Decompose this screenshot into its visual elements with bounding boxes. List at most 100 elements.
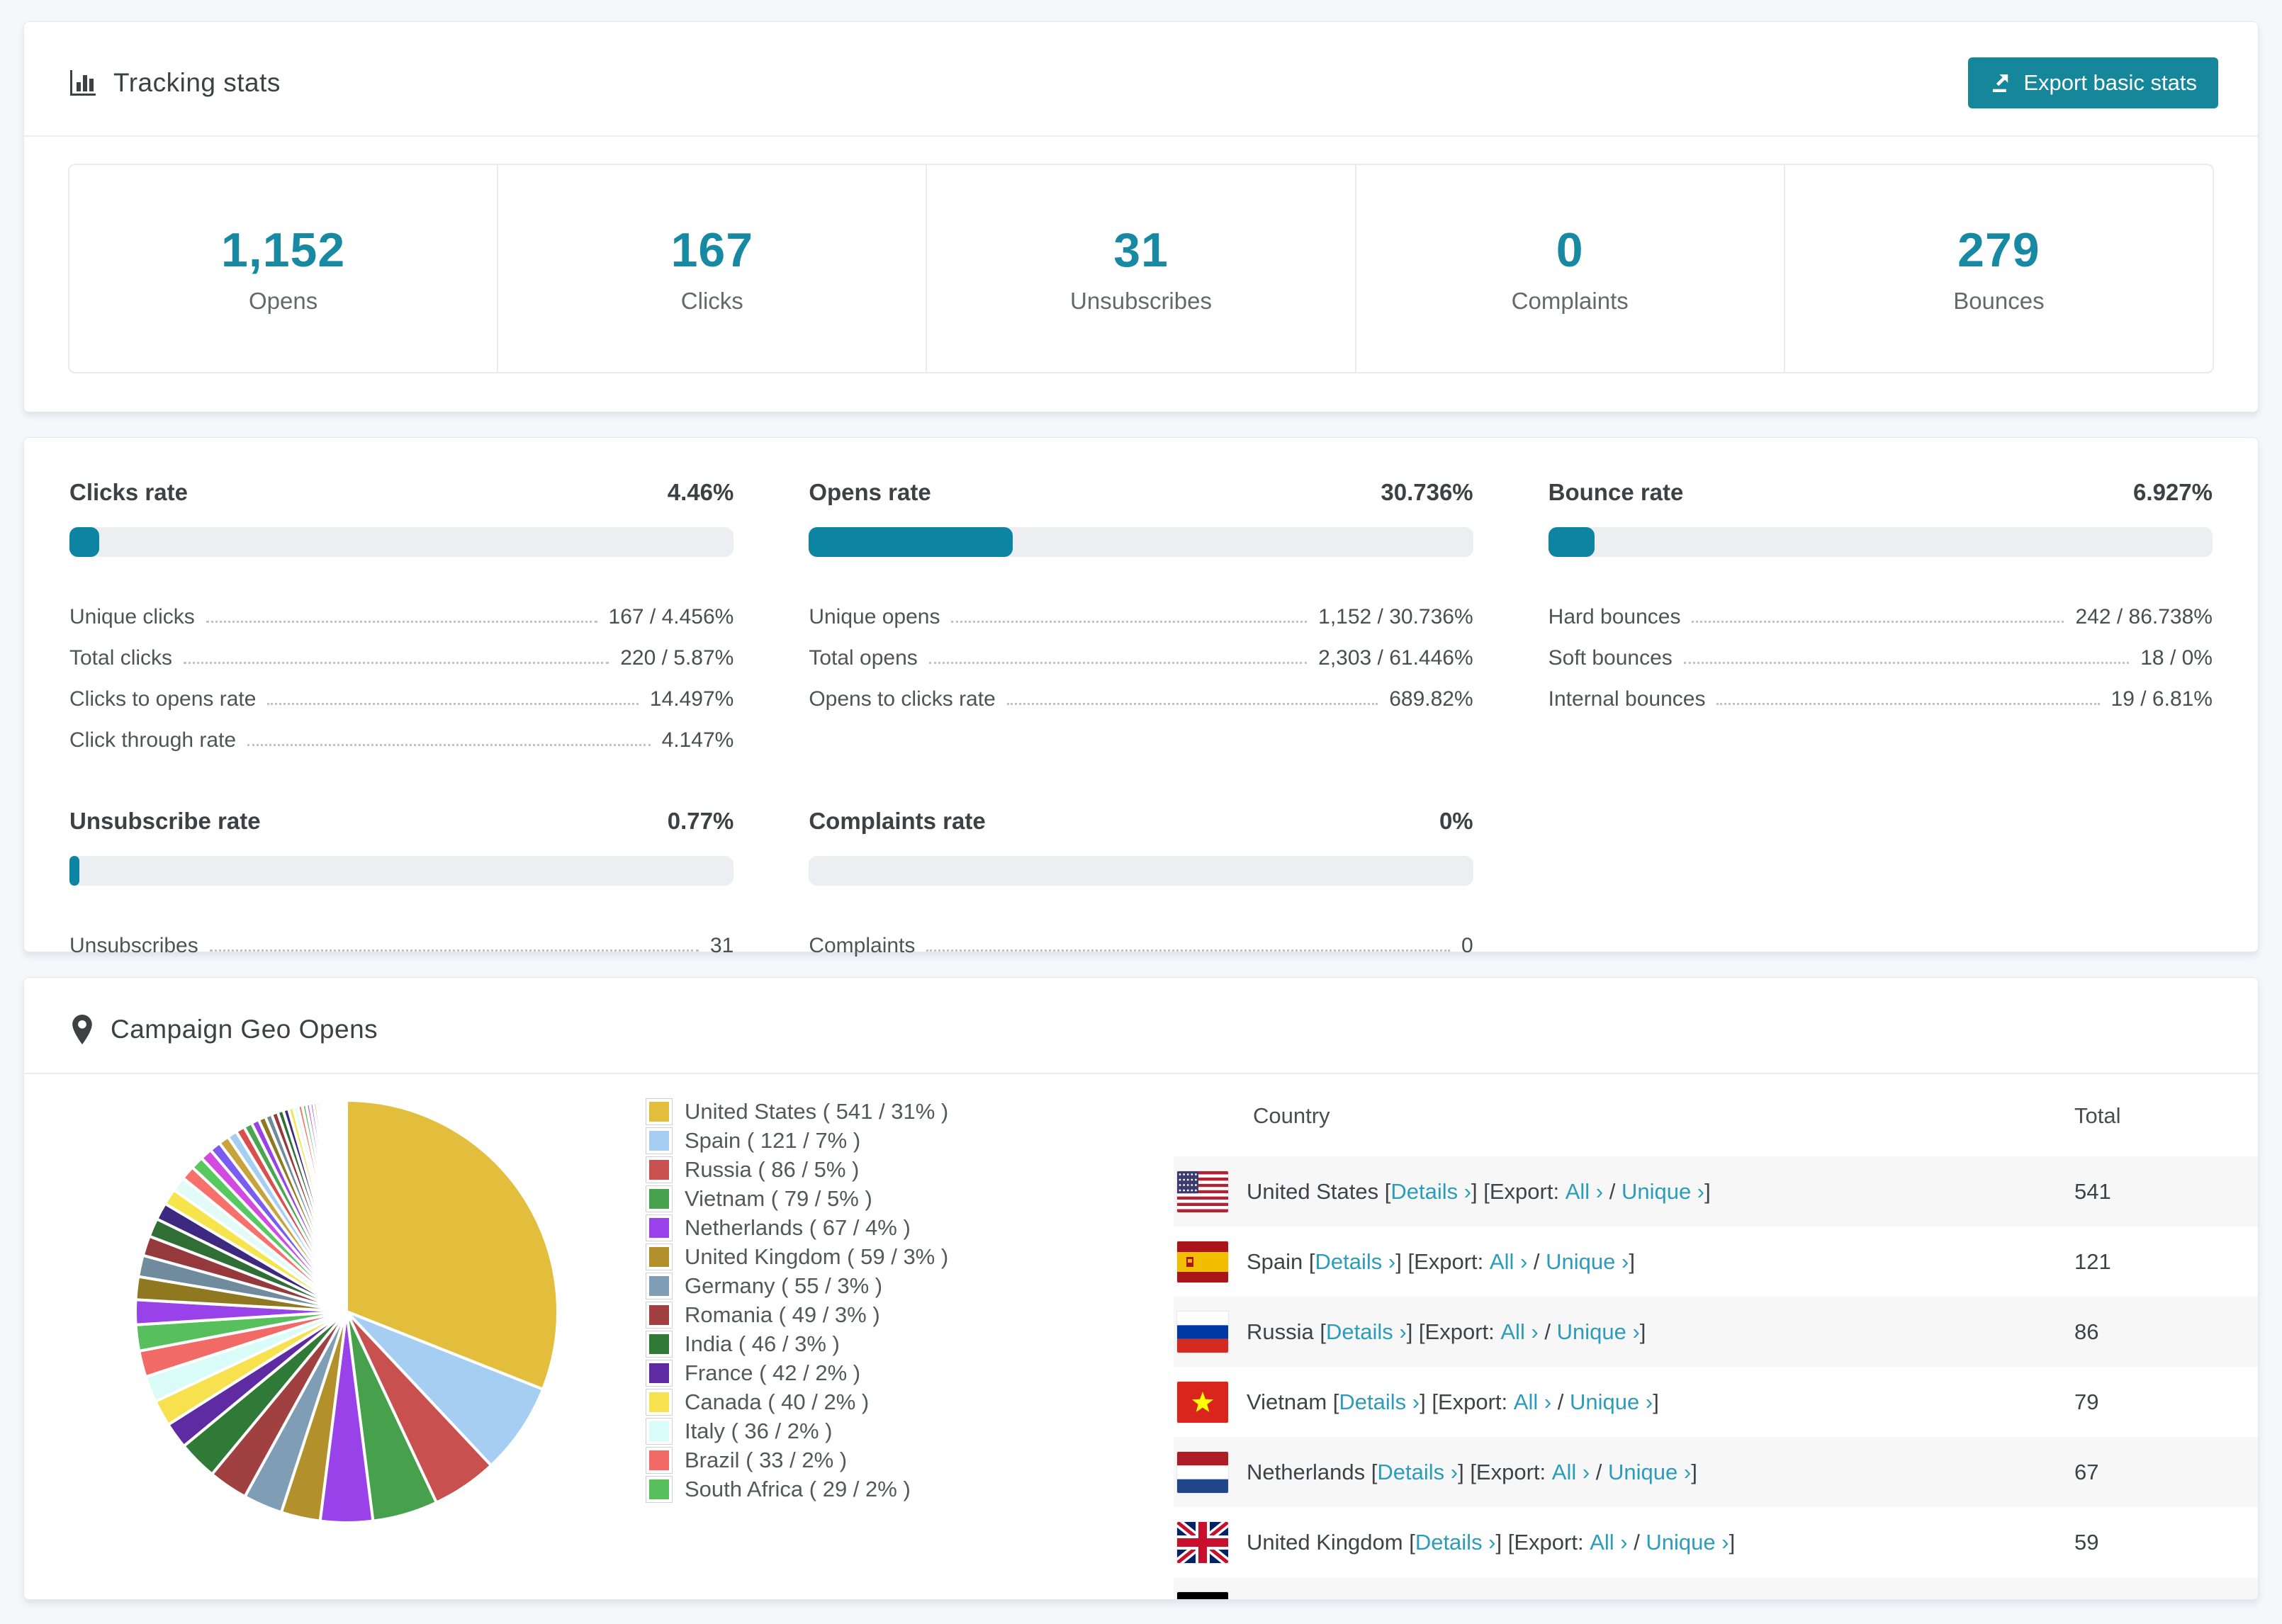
export-all-link-es[interactable]: All › <box>1490 1249 1527 1275</box>
bracket: [ <box>1327 1389 1339 1414</box>
legend-item-united-kingdom[interactable]: United Kingdom ( 59 / 3% ) <box>646 1242 1100 1271</box>
legend-item-vietnam[interactable]: Vietnam ( 79 / 5% ) <box>646 1184 1100 1213</box>
export-unique-link-nl[interactable]: Unique › <box>1608 1460 1691 1485</box>
stat-value-complaints: 0 <box>1556 223 1584 277</box>
rate-row-internal-bounces: Internal bounces 19 / 6.81% <box>1548 670 2213 711</box>
details-link-gb[interactable]: Details › <box>1415 1530 1496 1555</box>
legend-item-spain[interactable]: Spain ( 121 / 7% ) <box>646 1126 1100 1155</box>
rate-row-label: Unique clicks <box>69 605 195 628</box>
country-cell-td: Spain [Details ›] [Export: All › / Uniqu… <box>1174 1227 2074 1297</box>
legend-item-brazil[interactable]: Brazil ( 33 / 2% ) <box>646 1445 1100 1474</box>
geo-row-ru: Russia [Details ›] [Export: All › / Uniq… <box>1174 1297 2258 1367</box>
stat-boxes: 1,152 Opens 167 Clicks 31 Unsubscribes 0 Compla… <box>68 164 2214 373</box>
rate-row-value: 242 / 86.738% <box>2075 605 2213 628</box>
geo-row-nl: Netherlands [Details ›] [Export: All › /… <box>1174 1437 2258 1507</box>
legend-item-india[interactable]: India ( 46 / 3% ) <box>646 1329 1100 1358</box>
legend-label: United Kingdom ( 59 / 3% ) <box>685 1244 949 1269</box>
rate-row-value: 1,152 / 30.736% <box>1318 605 1473 628</box>
stat-value-clicks: 167 <box>670 223 754 277</box>
rate-progress-track <box>809 527 1473 557</box>
legend-item-united-states[interactable]: United States ( 541 / 31% ) <box>646 1097 1100 1126</box>
rate-head: Unsubscribe rate 0.77% <box>69 808 734 835</box>
rate-progress-fill <box>1548 527 1595 557</box>
geo-total-us: 541 <box>2074 1178 2111 1204</box>
details-link-us[interactable]: Details › <box>1390 1179 1471 1205</box>
export-all-link-vn[interactable]: All › <box>1514 1389 1551 1415</box>
legend-label: Italy ( 36 / 2% ) <box>685 1418 833 1443</box>
dotted-leader <box>267 703 639 705</box>
legend-item-netherlands[interactable]: Netherlands ( 67 / 4% ) <box>646 1213 1100 1242</box>
stat-value-opens: 1,152 <box>221 223 346 277</box>
stat-clicks: 167 Clicks <box>498 165 928 372</box>
rate-block-opens-rate: Opens rate 30.736% Unique opens 1,152 / 30.… <box>809 479 1473 752</box>
export-all-link-ru[interactable]: All › <box>1500 1319 1538 1345</box>
legend-item-canada[interactable]: Canada ( 40 / 2% ) <box>646 1387 1100 1416</box>
rate-row-label: Soft bounces <box>1548 646 1673 670</box>
slash: / <box>1561 1600 1580 1601</box>
details-link-nl[interactable]: Details › <box>1377 1460 1458 1485</box>
export-unique-link-gb[interactable]: Unique › <box>1646 1530 1729 1555</box>
legend-swatch <box>646 1302 672 1328</box>
rate-row-label: Total clicks <box>69 646 173 670</box>
export-all-link-nl[interactable]: All › <box>1552 1460 1590 1485</box>
flag-nl <box>1177 1451 1228 1493</box>
details-link-es[interactable]: Details › <box>1315 1249 1396 1275</box>
bracket: ] [Export: <box>1495 1529 1590 1555</box>
export-basic-stats-button[interactable]: Export basic stats <box>1968 57 2218 108</box>
bracket: ] [Export: <box>1429 1600 1524 1601</box>
rate-value: 30.736% <box>1381 479 1473 505</box>
pie-slice-other[interactable] <box>344 1098 348 1312</box>
rate-progress-fill <box>69 856 79 886</box>
rate-rows: Hard bounces 242 / 86.738% Soft bounces 18 … <box>1548 588 2213 711</box>
stat-value-bounces: 279 <box>1957 223 2040 277</box>
legend-item-romania[interactable]: Romania ( 49 / 3% ) <box>646 1300 1100 1329</box>
stat-complaints: 0 Complaints <box>1356 165 1785 372</box>
legend-swatch <box>646 1156 672 1183</box>
rate-rows: Unique clicks 167 / 4.456% Total clicks 220… <box>69 588 734 752</box>
dotted-leader <box>184 662 609 664</box>
rate-title: Opens rate <box>809 479 931 505</box>
legend-item-france[interactable]: France ( 42 / 2% ) <box>646 1358 1100 1387</box>
export-unique-link-es[interactable]: Unique › <box>1546 1249 1629 1275</box>
stat-unsubscribes: 31 Unsubscribes <box>927 165 1356 372</box>
rate-rows: Unique opens 1,152 / 30.736% Total opens 2,… <box>809 588 1473 711</box>
legend-swatch <box>646 1273 672 1299</box>
dotted-leader <box>206 621 597 623</box>
export-unique-link-de[interactable]: Unique › <box>1580 1600 1663 1601</box>
legend-item-germany[interactable]: Germany ( 55 / 3% ) <box>646 1271 1100 1300</box>
export-all-link-gb[interactable]: All › <box>1590 1530 1627 1555</box>
country-cell: Russia [Details ›] [Export: All › / Uniq… <box>1174 1311 2073 1353</box>
rate-progress-track <box>69 527 734 557</box>
details-link-de[interactable]: Details › <box>1349 1600 1430 1601</box>
legend-swatch <box>646 1244 672 1270</box>
export-all-link-us[interactable]: All › <box>1566 1179 1603 1205</box>
rate-row-value: 689.82% <box>1389 687 1473 711</box>
bracket: [ <box>1313 1319 1326 1344</box>
rate-head: Complaints rate 0% <box>809 808 1473 835</box>
legend-item-italy[interactable]: Italy ( 36 / 2% ) <box>646 1416 1100 1445</box>
rate-progress-track <box>809 856 1473 886</box>
export-unique-link-ru[interactable]: Unique › <box>1557 1319 1640 1345</box>
geo-card-title: Campaign Geo Opens <box>111 1015 378 1044</box>
legend-label: Canada ( 40 / 2% ) <box>685 1389 870 1414</box>
slash: / <box>1551 1389 1570 1414</box>
export-all-link-de[interactable]: All › <box>1524 1600 1561 1601</box>
details-link-vn[interactable]: Details › <box>1339 1389 1420 1415</box>
rate-value: 6.927% <box>2133 479 2213 505</box>
export-unique-link-us[interactable]: Unique › <box>1621 1179 1704 1205</box>
country-cell: United States [Details ›] [Export: All ›… <box>1174 1171 2073 1212</box>
country-name: United States <box>1247 1178 1379 1204</box>
rate-rows: Unsubscribes 31 <box>69 917 734 958</box>
legend-item-russia[interactable]: Russia ( 86 / 5% ) <box>646 1155 1100 1184</box>
flag-ru <box>1177 1311 1228 1353</box>
legend-label: India ( 46 / 3% ) <box>685 1331 840 1356</box>
bracket: ] <box>1691 1459 1697 1484</box>
slash: / <box>1590 1459 1608 1484</box>
rate-row-value: 18 / 0% <box>2140 646 2213 670</box>
geo-total-nl: 67 <box>2074 1459 2099 1484</box>
rate-row-value: 0 <box>1461 934 1473 957</box>
slash: / <box>1603 1178 1621 1204</box>
export-unique-link-vn[interactable]: Unique › <box>1570 1389 1653 1415</box>
details-link-ru[interactable]: Details › <box>1326 1319 1407 1345</box>
legend-item-south-africa[interactable]: South Africa ( 29 / 2% ) <box>646 1474 1100 1504</box>
